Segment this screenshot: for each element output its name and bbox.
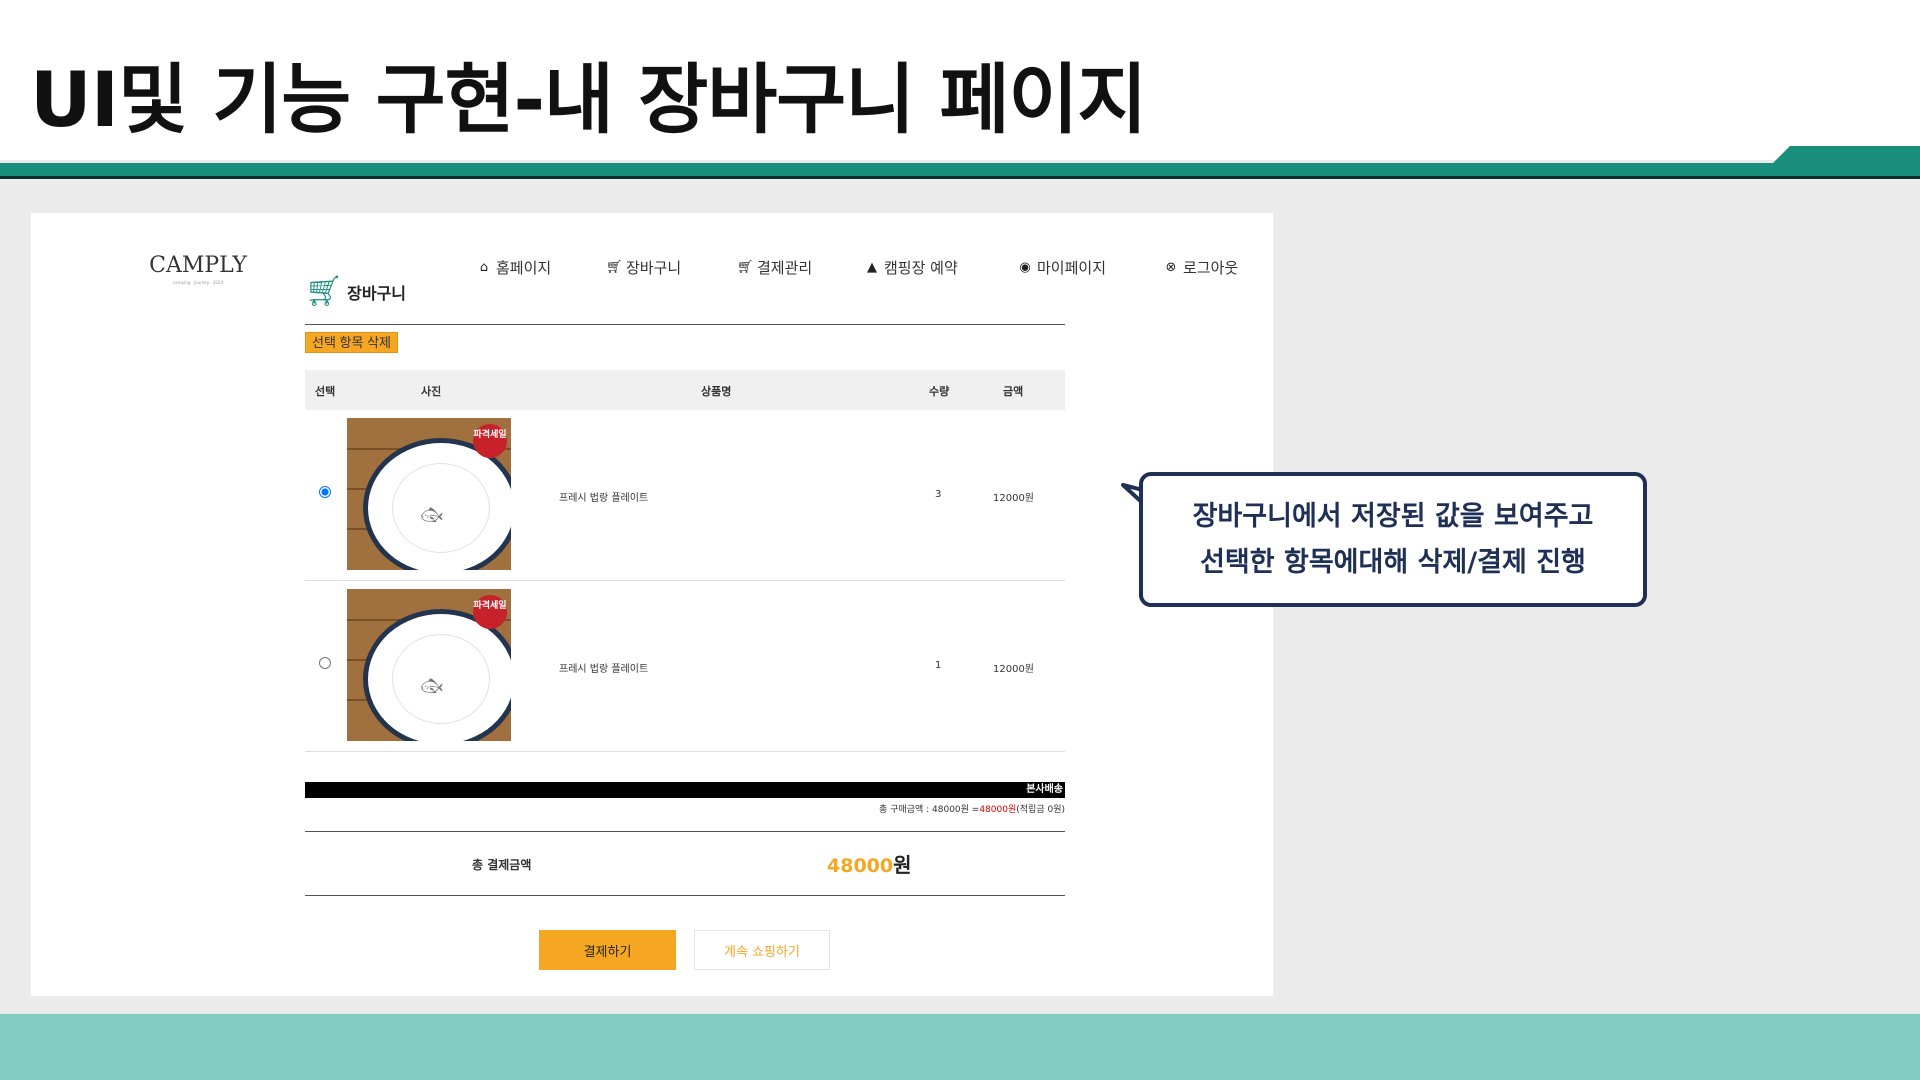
product-price: 12000원 [993,664,1035,675]
fish-icon: 🐟︎ [420,505,443,526]
fish-icon: 🐟︎ [420,676,443,697]
close-circle-icon: ⊗ [1165,260,1177,275]
product-price: 12000원 [993,493,1035,504]
nav-camp-reservation[interactable]: ▲ 캠핑장 예약 [864,257,958,278]
home-icon: ⌂ [479,260,489,275]
order-summary: 총 구매금액 : 48000원 =48000원(적립금 0원) [305,802,1065,815]
nav-logout[interactable]: ⊗ 로그아웃 [1163,257,1239,278]
row-select-radio[interactable] [319,486,331,498]
column-header: 상품명 [701,385,732,398]
divider [305,831,1065,832]
nav-home[interactable]: ⌂ 홈페이지 [476,257,551,278]
callout-line: 선택한 항목에대해 삭제/결제 진행 [1200,547,1586,578]
slide-header: UI및 기능 구현-내 장바구니 페이지 [0,0,1920,160]
column-header: 선택 [315,385,336,398]
divider [305,895,1065,896]
cart-icon: 🛒︎ [737,260,754,275]
product-name: 프레시 법랑 플레이트 [559,664,649,675]
nav-label: 장바구니 [626,259,682,277]
total-label: 총 결제금액 [472,858,532,872]
nav-payment[interactable]: 🛒︎ 결제관리 [737,257,812,278]
table-header: 선택 사진 상품명 수량 금액 [305,370,1065,410]
cart-icon: 🛒︎ [606,260,623,275]
nav-label: 결제관리 [757,259,813,277]
product-photo: 🐟︎ 파격세일 [347,418,511,570]
total-value: 48000 [827,855,894,877]
total-unit: 원 [893,853,912,877]
callout-line: 장바구니에서 저장된 값을 보여주고 [1192,501,1594,532]
callout-text: 장바구니에서 저장된 값을 보여주고 선택한 항목에대해 삭제/결제 진행 [1143,494,1643,586]
annotation-callout: 장바구니에서 저장된 값을 보여주고 선택한 항목에대해 삭제/결제 진행 [1139,472,1647,607]
checkout-button[interactable]: 결제하기 [539,930,676,970]
product-qty: 3 [935,489,942,500]
camply-logo[interactable]: CAMPLY camping · journey · 2024 [143,253,253,285]
slide-title: UI및 기능 구현-내 장바구니 페이지 [30,55,1147,144]
logo-subtitle: camping · journey · 2024 [172,280,224,285]
logo-text: CAMPLY [149,253,247,278]
product-photo: 🐟︎ 파격세일 [347,589,511,741]
header-divider [0,176,1920,179]
user-icon: ◉ [1019,260,1031,275]
nav-label: 캠핑장 예약 [884,259,958,277]
nav-cart[interactable]: 🛒︎ 장바구니 [606,257,681,278]
divider [305,324,1065,325]
product-qty: 1 [935,660,942,671]
footer-band [0,1014,1920,1080]
summary-prefix: 총 구매금액 : 48000원 = [879,805,980,815]
cart-page-screenshot: CAMPLY camping · journey · 2024 ⌂ 홈페이지 🛒… [31,213,1273,996]
product-name: 프레시 법랑 플레이트 [559,493,649,504]
sale-badge: 파격세일 [473,595,507,629]
page-title: 장바구니 [347,284,406,303]
cart-heading: 🛒︎ 장바구니 [305,277,406,307]
nav-label: 로그아웃 [1183,259,1239,277]
total-amount: 48000원 [827,849,912,878]
table-row: 🐟︎ 파격세일 프레시 법랑 플레이트 1 12000원 [305,581,1065,752]
shipping-bar: 본사배송 [305,782,1065,798]
nav-label: 마이페이지 [1037,259,1107,277]
summary-suffix: (적립금 0원) [1016,805,1065,815]
column-header: 금액 [1003,385,1024,398]
tent-icon: ▲ [867,260,877,275]
column-header: 수량 [929,385,950,398]
sale-badge: 파격세일 [473,424,507,458]
cart-icon: 🛒︎ [305,274,344,309]
nav-label: 홈페이지 [496,259,552,277]
continue-shopping-button[interactable]: 계속 쇼핑하기 [694,930,830,970]
nav-mypage[interactable]: ◉ 마이페이지 [1017,257,1106,278]
table-row: 🐟︎ 파격세일 프레시 법랑 플레이트 3 12000원 [305,410,1065,581]
column-header: 사진 [421,385,442,398]
delete-selected-button[interactable]: 선택 항목 삭제 [305,332,398,353]
row-select-radio[interactable] [319,657,331,669]
summary-highlight: 48000원 [979,805,1017,815]
